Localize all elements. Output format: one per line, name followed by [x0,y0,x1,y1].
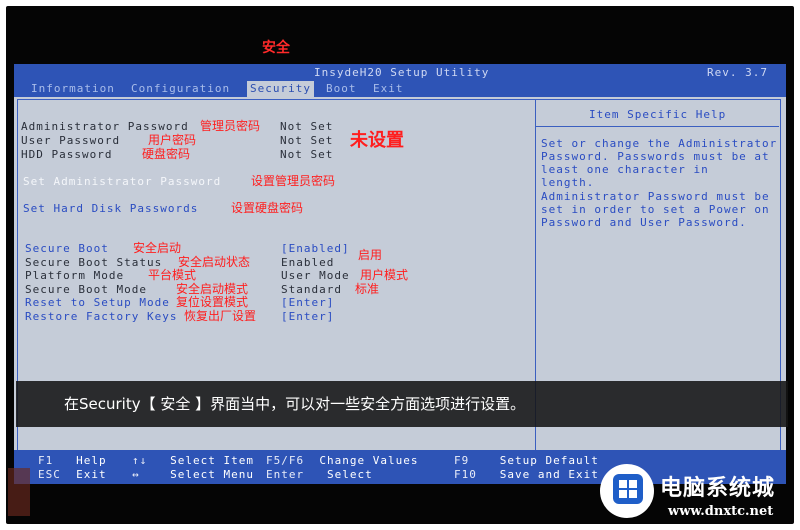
administrator-password-note: 管理员密码 [200,119,261,133]
caption-overlay: 在Security【 安全 】界面当中，可以对一些安全方面选项进行设置。 [16,381,788,427]
bios-revision: Rev. 3.7 [707,66,768,79]
hdd-password-value: Not Set [280,148,334,161]
help-line: set in order to set a Power on [541,203,770,216]
hdd-password-note: 硬盘密码 [142,147,191,161]
secure-boot-note: 安全启动 [133,241,182,255]
administrator-password-value: Not Set [280,120,334,133]
bios-menu-bar: Information Configuration Security Boot … [14,81,786,97]
windows-logo-icon [613,474,643,504]
user-password-value: Not Set [280,134,334,147]
caption-text: 在Security【 安全 】界面当中，可以对一些安全方面选项进行设置。 [64,395,526,413]
key-label: ↔ [132,468,140,481]
key-label: ↑↓ [132,454,148,467]
help-line: Password and User Password. [541,216,747,229]
key-label: F9 [454,454,470,467]
footer-key-f9: F9 Setup Default [454,454,599,467]
key-description: Select [327,468,373,481]
key-label: F10 [454,468,477,481]
help-line: Administrator Password must be [541,190,770,203]
secure-boot-item[interactable]: Secure Boot [25,242,109,255]
secure-boot-mode-value-note: 标准 [355,282,380,296]
reset-to-setup-mode-item[interactable]: Reset to Setup Mode [25,296,170,309]
restore-factory-keys-note: 恢复出厂设置 [184,309,257,323]
footer-key-f5f6: F5/F6 Change Values [266,454,418,467]
corner-stamp [8,468,30,516]
not-set-note: 未设置 [350,130,404,151]
tab-information[interactable]: Information [28,81,118,97]
set-administrator-password-note: 设置管理员密码 [251,174,336,188]
footer-key-leftright: ↔ Select Menu [132,468,254,481]
help-separator [536,126,779,127]
annotation-title: 安全 [262,40,290,56]
platform-mode-label: Platform Mode [25,269,125,282]
key-description: Exit [76,468,107,481]
key-description: Select Menu [170,468,254,481]
secure-boot-mode-label: Secure Boot Mode [25,283,147,296]
key-label: Enter [266,468,305,481]
tab-exit[interactable]: Exit [370,81,407,97]
key-description: Help [76,454,107,467]
secure-boot-mode-value: Standard [281,283,342,296]
restore-factory-keys-value[interactable]: [Enter] [281,310,334,323]
help-title: Item Specific Help [589,108,727,121]
set-hard-disk-passwords-item[interactable]: Set Hard Disk Passwords [23,202,198,215]
secure-boot-status-value: Enabled [281,256,335,269]
footer-key-updown: ↑↓ Select Item [132,454,254,467]
key-label: ESC [38,468,61,481]
secure-boot-status-label: Secure Boot Status [25,256,163,269]
tab-boot[interactable]: Boot [323,81,360,97]
help-line: length. [541,176,595,189]
tab-configuration[interactable]: Configuration [128,81,233,97]
key-description: Setup Default [499,454,599,467]
footer-key-f10: F10 Save and Exit [454,468,599,481]
key-description: Select Item [170,454,254,467]
footer-key-enter: Enter Select [266,468,373,481]
user-password-label: User Password [21,134,121,147]
footer-key-esc: ESC Exit [38,468,107,481]
bios-title: InsydeH20 Setup Utility [314,66,490,79]
bios-title-bar: InsydeH20 Setup Utility Rev. 3.7 [14,64,786,81]
hdd-password-label: HDD Password [21,148,113,161]
secure-boot-value[interactable]: [Enabled] [281,242,350,255]
key-description: Save and Exit [499,468,599,481]
key-label: F1 [38,454,54,467]
set-administrator-password-item[interactable]: Set Administrator Password [23,175,221,188]
watermark-name: 电脑系统城 [660,476,776,501]
help-line: Set or change the Administrator [541,137,778,150]
tab-security[interactable]: Security [247,81,314,97]
restore-factory-keys-item[interactable]: Restore Factory Keys [25,310,177,323]
help-line: Password. Passwords must be at [541,150,770,163]
platform-mode-value: User Mode [281,269,350,282]
reset-to-setup-mode-value[interactable]: [Enter] [281,296,334,309]
footer-key-f1: F1 Help [38,454,107,467]
watermark-url: www.dnxtc.net [668,504,774,519]
key-description: Change Values [319,454,419,467]
set-hard-disk-passwords-note: 设置硬盘密码 [231,201,304,215]
help-line: least one character in [541,163,709,176]
key-label: F5/F6 [266,454,305,467]
secure-boot-value-note: 启用 [358,248,383,262]
